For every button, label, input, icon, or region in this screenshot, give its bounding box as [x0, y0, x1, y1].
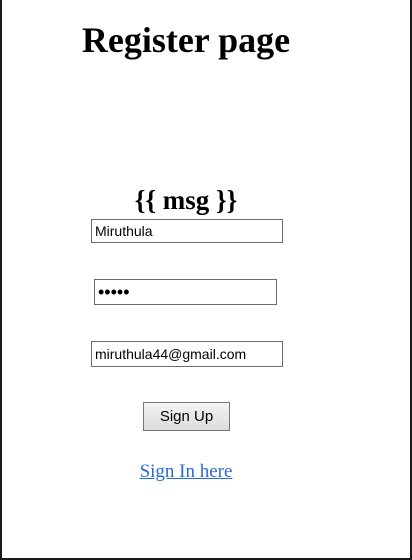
sign-up-button[interactable]: Sign Up — [143, 402, 230, 431]
email-input[interactable] — [91, 341, 283, 367]
username-input[interactable] — [91, 219, 283, 243]
page-title: Register page — [81, 20, 291, 60]
message-placeholder: {{ msg }} — [134, 185, 238, 215]
password-input[interactable] — [94, 279, 277, 305]
sign-in-link[interactable]: Sign In here — [0, 461, 372, 483]
